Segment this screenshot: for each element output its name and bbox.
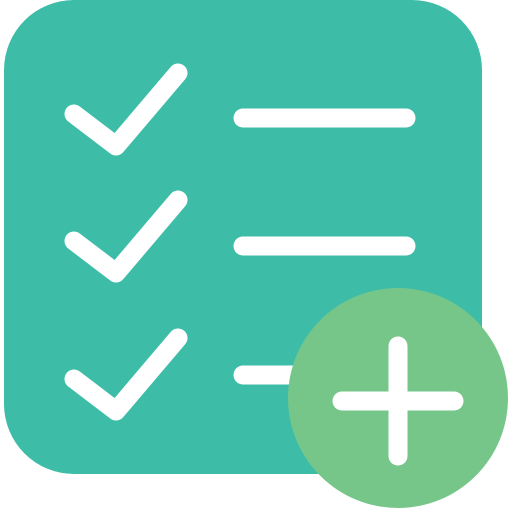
add-checklist-icon [0, 0, 512, 512]
add-badge [288, 288, 508, 508]
add-checklist-graphic [4, 0, 508, 508]
